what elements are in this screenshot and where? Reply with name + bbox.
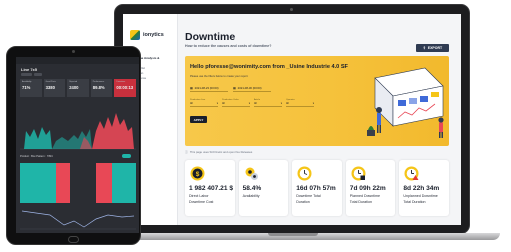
logo: ionytics	[130, 30, 164, 40]
operator-select[interactable]: Operator All ▾	[286, 99, 314, 107]
tablet-kpi: Performance 89.8%	[90, 79, 113, 97]
warning-clock-icon	[404, 166, 419, 181]
clock-icon	[297, 166, 312, 181]
dashboard-illustration-icon	[367, 67, 444, 138]
laptop-notch	[268, 233, 318, 236]
calendar-icon: ▦	[190, 86, 193, 90]
kpi-label: Direct Labor	[189, 194, 209, 198]
date-from-value: 2021-08-23 (00:00)	[194, 86, 219, 90]
filter-selects: Production Line All ▾ Production Order A…	[190, 99, 314, 107]
kpi-label: Unplanned Downtime	[403, 194, 438, 198]
kpi-label-secondary: Downtime Cost	[189, 200, 214, 204]
select-value: All	[286, 102, 289, 105]
tablet-screen: Line 7x5 Availability 71% Good Parts 338…	[16, 57, 139, 233]
tablet-panel-title: Product : Box Pattern : 7/8/4	[20, 155, 53, 158]
date-to-value: 2021-08-30 (00:00)	[237, 86, 262, 90]
production-line-select[interactable]: Production Line All ▾	[190, 99, 218, 107]
production-order-select[interactable]: Production Order All ▾	[222, 99, 250, 107]
kpi-value: 16d 07h 57m	[296, 185, 336, 192]
logo-text: ionytics	[143, 32, 164, 38]
tablet-kpi-value: 3380	[45, 85, 55, 90]
chevron-down-icon: ▾	[280, 102, 282, 105]
page-subtitle: How to reduce the causes and costs of do…	[185, 44, 272, 48]
kpi-card-unplanned-downtime: 8d 22h 34m Unplanned Downtime Total Dura…	[399, 160, 449, 216]
filter-banner: Hello pforesse@wonimity.com from _Usine …	[185, 56, 449, 146]
tablet-kpi-label: Availability	[22, 81, 32, 83]
tablet-title: Line 7x5	[21, 67, 38, 72]
kpi-card-planned-downtime: 7d 09h 22m Planned Downtime Total Durati…	[345, 160, 396, 216]
apply-button[interactable]: APPLY	[190, 116, 207, 123]
export-label: EXPORT	[427, 46, 443, 50]
kpi-cards: $ 1 982 407.21 $ Direct Labor Downtime C…	[185, 160, 451, 216]
tablet-kpi-value: 89.8%	[92, 85, 105, 90]
calendar-icon: ▦	[233, 86, 236, 90]
chevron-down-icon: ▾	[312, 102, 314, 105]
calendar-clock-icon	[351, 166, 366, 181]
kpi-label: Planned Downtime	[349, 194, 380, 198]
kpi-label-secondary: Total Duration	[349, 200, 372, 204]
greeting-text: Hello pforesse@wonimity.com from _Usine …	[190, 64, 348, 70]
kpi-label-secondary: Total Duration	[403, 200, 426, 204]
laptop-screen: ionytics Downtime Analysis & Quality Mac…	[123, 14, 461, 225]
tablet-home-button[interactable]	[68, 236, 79, 243]
kpi-value: 7d 09h 22m	[349, 185, 386, 192]
select-value: All	[190, 102, 193, 105]
logo-mark-icon	[130, 30, 140, 40]
kpi-label: Downtime Total	[296, 194, 321, 198]
gears-icon	[244, 166, 259, 181]
tablet-kpi-label: Rejected	[69, 81, 78, 83]
upload-icon: ⇪	[422, 46, 426, 50]
tablet-kpi: Downtime 00:00:13	[114, 79, 136, 97]
filter-instructions: Please use the filters below to create y…	[190, 75, 248, 78]
select-label: Operator	[286, 99, 295, 101]
kpi-value: 1 982 407.21 $	[189, 185, 233, 192]
chevron-down-icon: ▾	[216, 102, 218, 105]
tablet-timeline-chart	[20, 163, 136, 230]
tablet-tab[interactable]	[21, 73, 32, 76]
tablet-kpi-value: 71%	[22, 85, 31, 90]
info-icon: ⓘ	[185, 150, 188, 154]
tablet-kpi-label: Good Parts	[45, 81, 56, 83]
kpi-card-availability: 58.4% Availability	[238, 160, 289, 216]
info-note-text: This page uses SCIOnetic and open fixe R…	[189, 150, 253, 154]
dollar-icon: $	[190, 166, 205, 181]
tablet-kpi: Availability 71%	[20, 79, 42, 97]
tablet-kpis: Availability 71% Good Parts 3380 Rejecte…	[20, 79, 136, 97]
svg-text:$: $	[196, 171, 200, 178]
tablet-kpi: Rejected 2400	[67, 79, 89, 97]
kpi-card-downtime-total: 16d 07h 57m Downtime Total Duration	[292, 160, 342, 216]
tablet-status-bar	[16, 57, 139, 64]
tablet-area-chart	[20, 113, 136, 150]
select-label: Article	[254, 99, 261, 101]
tablet-kpi: Good Parts 3380	[43, 79, 66, 97]
tablet-kpi-value: 00:00:13	[116, 85, 134, 90]
date-range: ▦ 2021-08-23 (00:00) ▦ 2021-08-30 (00:00…	[190, 85, 271, 92]
export-button[interactable]: ⇪ EXPORT	[416, 44, 449, 52]
select-label: Production Order	[222, 99, 239, 101]
article-select[interactable]: Article All ▾	[254, 99, 282, 107]
device-mockup: ionytics Downtime Analysis & Quality Mac…	[0, 0, 511, 252]
date-from-field[interactable]: ▦ 2021-08-23 (00:00)	[190, 85, 228, 92]
tablet-kpi-label: Performance	[92, 81, 105, 83]
date-to-field[interactable]: ▦ 2021-08-30 (00:00)	[233, 85, 271, 92]
main-content: Downtime How to reduce the causes and co…	[185, 14, 455, 225]
select-label: Production Line	[190, 99, 206, 101]
tablet-kpi-value: 2400	[69, 85, 79, 90]
tablet-toggle[interactable]	[122, 154, 131, 158]
select-value: All	[222, 102, 225, 105]
chevron-down-icon: ▾	[248, 102, 250, 105]
page-title: Downtime	[185, 31, 236, 43]
kpi-card-direct-labor: $ 1 982 407.21 $ Direct Labor Downtime C…	[185, 160, 235, 216]
select-value: All	[254, 102, 257, 105]
kpi-label: Availability	[242, 194, 260, 198]
tablet-tab[interactable]	[34, 73, 42, 76]
kpi-label-secondary: Duration	[296, 200, 310, 204]
tablet-kpi-label: Downtime	[116, 81, 126, 83]
tablet-camera	[72, 50, 75, 53]
kpi-value: 8d 22h 34m	[403, 185, 440, 192]
laptop-camera	[290, 8, 293, 11]
info-note: ⓘ This page uses SCIOnetic and open fixe…	[185, 150, 252, 154]
kpi-value: 58.4%	[242, 185, 262, 192]
